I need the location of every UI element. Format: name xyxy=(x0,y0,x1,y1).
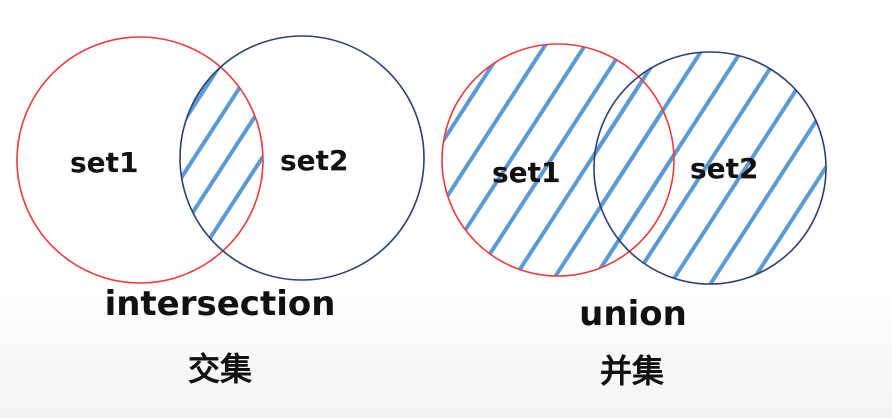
union-caption: union xyxy=(579,294,687,334)
union-hatch-line xyxy=(442,44,517,276)
union-venn: set1 set2 xyxy=(441,30,892,300)
union-set1-label: set1 xyxy=(492,156,561,189)
union-hatch-set1 xyxy=(442,30,892,300)
intersection-caption-cn: 交集 xyxy=(187,350,252,388)
union-hatch-line xyxy=(818,52,826,284)
union-hatch xyxy=(442,30,892,300)
union-hatch-line xyxy=(780,30,892,300)
page: set1 set2 set1 set2 intersection 交集 unio… xyxy=(0,0,892,418)
union-hatch-set2 xyxy=(594,52,826,284)
union-hatch-line xyxy=(740,30,892,300)
intersection-set2-label: set2 xyxy=(280,144,349,177)
union-caption-cn: 并集 xyxy=(599,352,664,390)
venn-diagrams: set1 set2 set1 set2 xyxy=(16,30,892,300)
intersection-caption: intersection xyxy=(104,284,336,324)
union-set2-label: set2 xyxy=(690,152,759,185)
intersection-set1-label: set1 xyxy=(70,146,139,179)
union-hatch-line xyxy=(778,52,826,284)
union-hatch-line xyxy=(820,30,892,300)
union-hatch-line xyxy=(738,52,826,284)
